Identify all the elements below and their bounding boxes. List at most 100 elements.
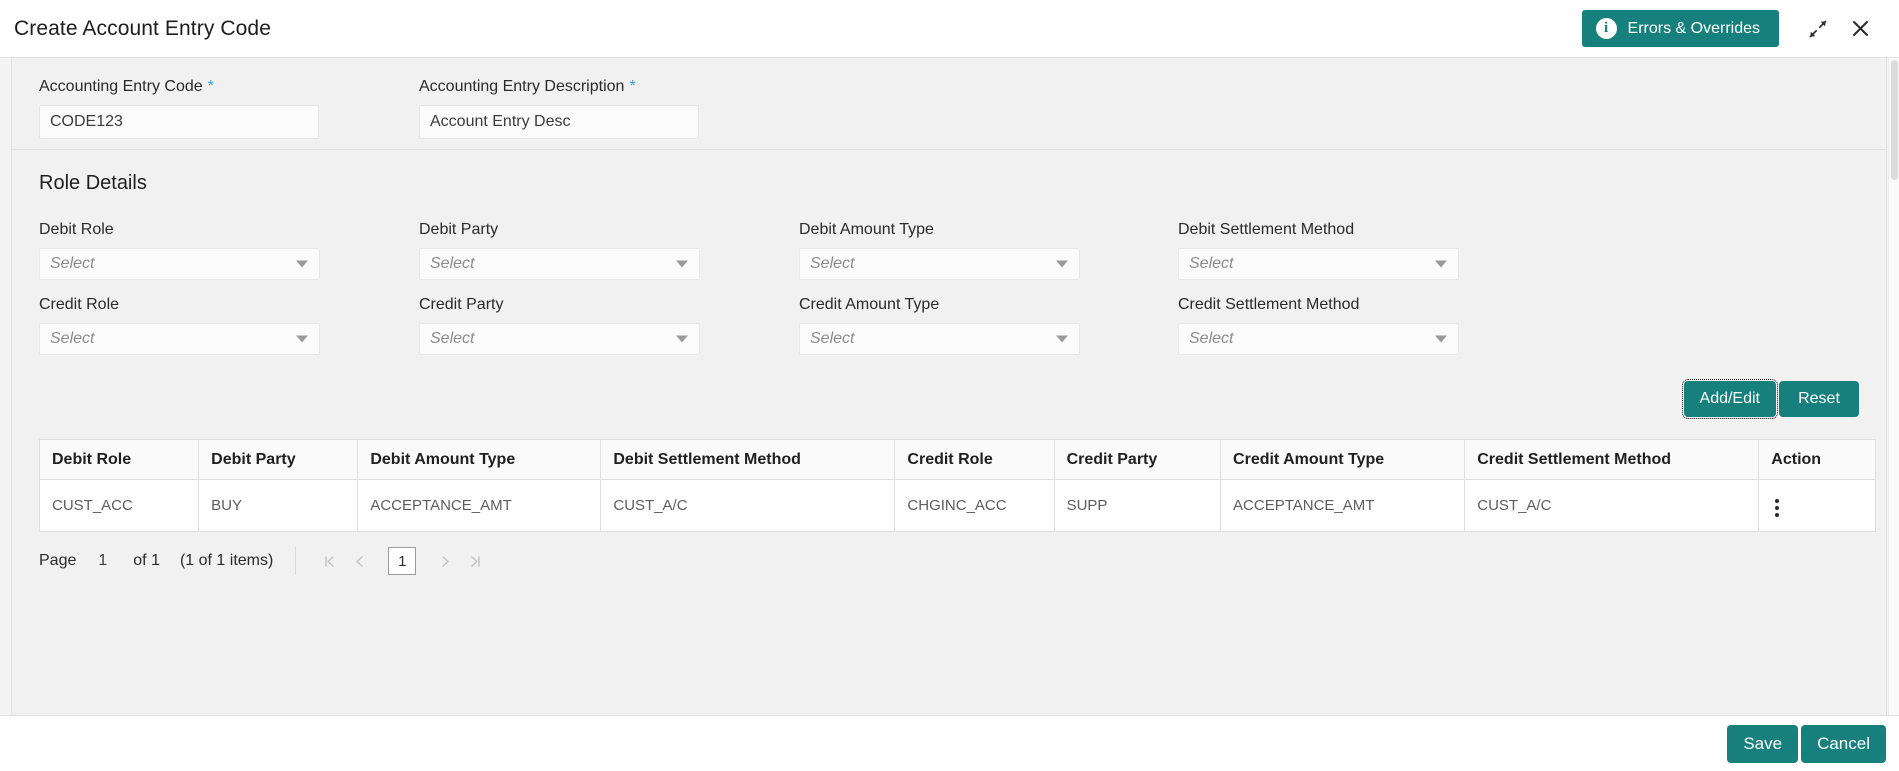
first-page-icon[interactable]: [314, 546, 344, 576]
pagination-current-page[interactable]: 1: [388, 547, 416, 575]
credit-settlement-method-value: Select: [1189, 330, 1233, 348]
credit-party-select[interactable]: Select: [419, 323, 700, 355]
scrollbar-thumb[interactable]: [1891, 60, 1898, 180]
chevron-down-icon: [1435, 261, 1447, 268]
column-header-debit-party: Debit Party: [199, 440, 358, 480]
chevron-down-icon: [1056, 261, 1068, 268]
credit-party-value: Select: [430, 330, 474, 348]
cell-credit-party: SUPP: [1054, 480, 1220, 532]
chevron-down-icon: [676, 261, 688, 268]
required-asterisk: *: [629, 78, 635, 95]
vertical-scrollbar[interactable]: [1888, 58, 1899, 715]
cell-credit-settlement-method: CUST_A/C: [1465, 480, 1759, 532]
create-account-entry-code-dialog: Create Account Entry Code i Errors & Ove…: [0, 0, 1899, 771]
column-header-action: Action: [1759, 440, 1876, 480]
credit-amount-type-field: Credit Amount Type Select: [799, 296, 1178, 355]
role-details-grid: Debit Role Select Debit Party Select Deb…: [39, 221, 1859, 355]
debit-amount-type-select[interactable]: Select: [799, 248, 1080, 280]
role-details-section: Role Details Debit Role Select Debit Par…: [12, 150, 1886, 355]
pagination-page-label: Page: [39, 552, 76, 570]
debit-role-select[interactable]: Select: [39, 248, 320, 280]
pagination-divider: [295, 547, 296, 575]
chevron-down-icon: [1056, 336, 1068, 343]
debit-settlement-method-value: Select: [1189, 255, 1233, 273]
debit-role-field: Debit Role Select: [39, 221, 419, 280]
cell-debit-party: BUY: [199, 480, 358, 532]
last-page-icon[interactable]: [460, 546, 490, 576]
cell-action: [1759, 480, 1876, 532]
dialog-title-bar: Create Account Entry Code i Errors & Ove…: [0, 0, 1899, 58]
pagination-items-count: (1 of 1 items): [180, 552, 273, 570]
debit-amount-type-label: Debit Amount Type: [799, 221, 1178, 239]
column-header-credit-party: Credit Party: [1054, 440, 1220, 480]
errors-and-overrides-label: Errors & Overrides: [1628, 20, 1760, 38]
kebab-menu-icon[interactable]: [1771, 495, 1783, 521]
column-header-debit-role: Debit Role: [40, 440, 199, 480]
credit-party-field: Credit Party Select: [419, 296, 799, 355]
debit-role-value: Select: [50, 255, 94, 273]
debit-role-label: Debit Role: [39, 221, 419, 239]
next-page-icon[interactable]: [430, 546, 460, 576]
required-asterisk: *: [208, 78, 214, 95]
cell-debit-amount-type: ACCEPTANCE_AMT: [358, 480, 601, 532]
dialog-footer: Save Cancel: [0, 715, 1899, 771]
debit-settlement-method-select[interactable]: Select: [1178, 248, 1459, 280]
credit-role-value: Select: [50, 330, 94, 348]
debit-party-select[interactable]: Select: [419, 248, 700, 280]
add-edit-button[interactable]: Add/Edit: [1684, 381, 1776, 417]
debit-settlement-method-label: Debit Settlement Method: [1178, 221, 1558, 239]
debit-settlement-method-field: Debit Settlement Method Select: [1178, 221, 1558, 280]
previous-page-icon[interactable]: [344, 546, 374, 576]
credit-role-label: Credit Role: [39, 296, 419, 314]
table-header-row: Debit Role Debit Party Debit Amount Type…: [40, 440, 1876, 480]
debit-amount-type-value: Select: [810, 255, 854, 273]
accounting-entry-code-label: Accounting Entry Code*: [39, 78, 419, 96]
role-details-actions: Add/Edit Reset: [12, 355, 1886, 417]
credit-settlement-method-label: Credit Settlement Method: [1178, 296, 1558, 314]
credit-settlement-method-select[interactable]: Select: [1178, 323, 1459, 355]
debit-party-field: Debit Party Select: [419, 221, 799, 280]
page-title: Create Account Entry Code: [14, 17, 271, 41]
info-icon: i: [1596, 18, 1617, 39]
chevron-down-icon: [1435, 336, 1447, 343]
credit-role-select[interactable]: Select: [39, 323, 320, 355]
title-bar-actions: i Errors & Overrides: [1582, 10, 1877, 47]
debit-amount-type-field: Debit Amount Type Select: [799, 221, 1178, 280]
collapse-icon[interactable]: [1801, 12, 1835, 46]
column-header-debit-amount-type: Debit Amount Type: [358, 440, 601, 480]
pagination: Page 1 of 1 (1 of 1 items) 1: [12, 532, 1886, 576]
debit-party-label: Debit Party: [419, 221, 799, 239]
table-row: CUST_ACC BUY ACCEPTANCE_AMT CUST_A/C CHG…: [40, 480, 1876, 532]
accounting-entry-code-input[interactable]: [39, 105, 319, 139]
kebab-dot: [1775, 513, 1779, 517]
errors-and-overrides-button[interactable]: i Errors & Overrides: [1582, 10, 1779, 47]
reset-button[interactable]: Reset: [1779, 381, 1859, 417]
kebab-dot: [1775, 499, 1779, 503]
pagination-page-number: 1: [98, 552, 107, 570]
column-header-debit-settlement-method: Debit Settlement Method: [601, 440, 895, 480]
debit-party-value: Select: [430, 255, 474, 273]
accounting-entry-description-label: Accounting Entry Description*: [419, 78, 799, 96]
kebab-dot: [1775, 506, 1779, 510]
accounting-entry-description-field: Accounting Entry Description*: [419, 78, 799, 139]
cell-debit-role: CUST_ACC: [40, 480, 199, 532]
accounting-entry-description-input[interactable]: [419, 105, 699, 139]
role-details-table-container: Debit Role Debit Party Debit Amount Type…: [12, 417, 1886, 532]
cell-debit-settlement-method: CUST_A/C: [601, 480, 895, 532]
cancel-button[interactable]: Cancel: [1801, 725, 1886, 763]
cell-credit-role: CHGINC_ACC: [895, 480, 1054, 532]
credit-party-label: Credit Party: [419, 296, 799, 314]
close-icon[interactable]: [1843, 12, 1877, 46]
credit-role-field: Credit Role Select: [39, 296, 419, 355]
chevron-down-icon: [296, 261, 308, 268]
chevron-down-icon: [296, 336, 308, 343]
credit-amount-type-value: Select: [810, 330, 854, 348]
chevron-down-icon: [676, 336, 688, 343]
accounting-entry-code-field: Accounting Entry Code*: [39, 78, 419, 139]
save-button[interactable]: Save: [1727, 725, 1798, 763]
cell-credit-amount-type: ACCEPTANCE_AMT: [1221, 480, 1465, 532]
entry-code-section: Accounting Entry Code* Accounting Entry …: [12, 58, 1886, 150]
credit-amount-type-select[interactable]: Select: [799, 323, 1080, 355]
role-details-table: Debit Role Debit Party Debit Amount Type…: [39, 439, 1876, 532]
column-header-credit-amount-type: Credit Amount Type: [1221, 440, 1465, 480]
